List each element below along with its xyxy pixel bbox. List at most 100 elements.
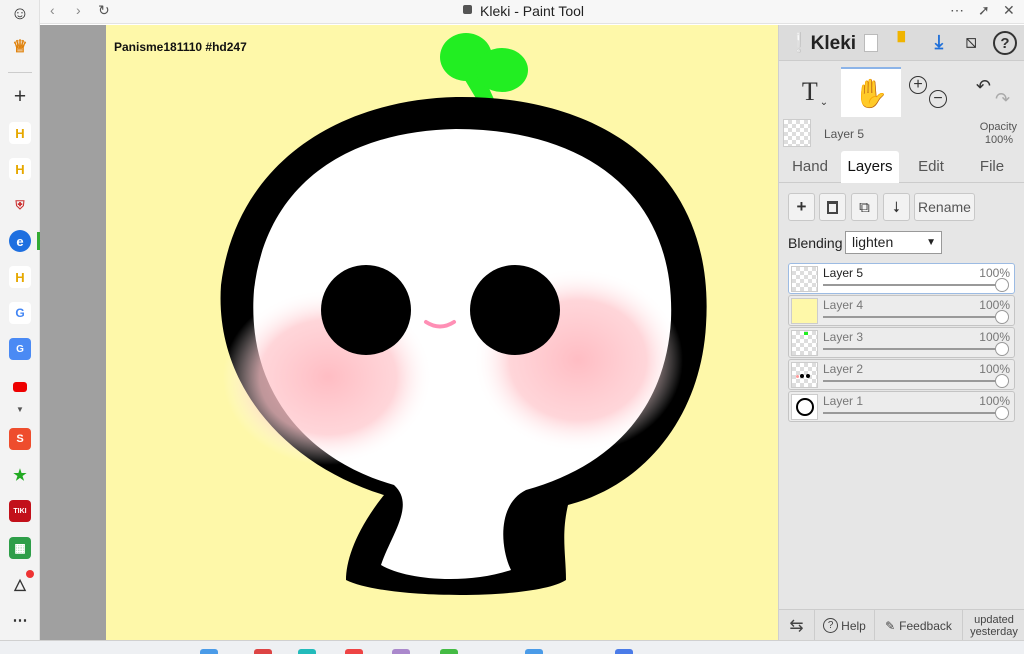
share-icon[interactable]: ⧅ bbox=[959, 31, 983, 55]
opacity-slider-handle[interactable] bbox=[995, 342, 1009, 356]
zoom-out-icon[interactable]: − bbox=[929, 90, 947, 108]
taskbar-app-icon[interactable] bbox=[200, 649, 218, 654]
sheets-icon[interactable]: ▦ bbox=[9, 537, 31, 559]
merge-down-icon: ⭣ bbox=[892, 198, 901, 216]
layer-name: Layer 4 bbox=[823, 298, 864, 312]
taskbar-app-icon[interactable] bbox=[254, 649, 272, 654]
opacity-slider-handle[interactable] bbox=[995, 278, 1009, 292]
tab-edit[interactable]: Edit bbox=[903, 151, 959, 183]
taskbar-app-icon[interactable] bbox=[525, 649, 543, 654]
canvas-workspace[interactable]: Panisme181110 #hd247 bbox=[40, 25, 803, 640]
opacity-slider-track[interactable] bbox=[823, 348, 1005, 350]
swap-sides-icon[interactable]: ⇆ bbox=[779, 610, 815, 641]
kleki-logo: ❕Kleki bbox=[787, 33, 857, 54]
help-label: Help bbox=[841, 618, 866, 633]
panel-header: ❕Kleki ▘ ⤓ ⧅ ? bbox=[779, 25, 1024, 61]
pin-icon[interactable]: ➚ bbox=[978, 2, 990, 19]
text-tool-button[interactable]: T ⌄ bbox=[789, 67, 841, 117]
taskbar-app-icon[interactable] bbox=[298, 649, 316, 654]
forward-icon[interactable]: › bbox=[76, 2, 81, 18]
h-app-icon[interactable]: H bbox=[9, 122, 31, 144]
back-icon[interactable]: ‹ bbox=[50, 2, 55, 18]
opacity-slider-track[interactable] bbox=[823, 316, 1005, 318]
merge-layer-button[interactable]: ⭣ bbox=[883, 193, 910, 221]
right-eye bbox=[470, 265, 560, 355]
h-app-icon[interactable]: H bbox=[9, 158, 31, 180]
browser-toolbar: ‹ › ↻ Kleki - Paint Tool ⋯ ➚ ✕ bbox=[40, 0, 1024, 24]
help-button[interactable]: ? Help bbox=[815, 610, 875, 641]
download-icon[interactable]: ⤓ bbox=[927, 31, 951, 55]
hand-tool-button[interactable]: ✋ bbox=[841, 67, 901, 117]
opacity-slider-track[interactable] bbox=[823, 284, 1005, 286]
feedback-label: Feedback bbox=[899, 618, 952, 633]
updated-line1: updated bbox=[974, 613, 1014, 626]
leaf-app-icon[interactable]: ★ bbox=[9, 464, 31, 486]
undo-icon[interactable]: ↶ bbox=[976, 76, 991, 97]
duplicate-icon: ⧉ bbox=[859, 198, 870, 216]
changelog-link[interactable]: updated yesterday bbox=[963, 610, 1024, 641]
drawing-artwork bbox=[220, 33, 707, 596]
tool-row: T ⌄ ✋ + − ↶ ↷ bbox=[779, 67, 1024, 117]
taskbar-app-icon[interactable] bbox=[345, 649, 363, 654]
taskbar-app-icon[interactable] bbox=[392, 649, 410, 654]
translate-icon[interactable]: G bbox=[9, 338, 31, 360]
add-icon[interactable]: + bbox=[9, 85, 31, 108]
more-icon[interactable]: ⋯ bbox=[9, 609, 31, 631]
left-eye bbox=[321, 265, 411, 355]
taskbar-app-icon[interactable] bbox=[615, 649, 633, 654]
crown-icon[interactable]: ♕ bbox=[9, 36, 31, 58]
h-app-icon[interactable]: H bbox=[9, 266, 31, 288]
layer-row-5[interactable]: Layer 5 100% bbox=[788, 263, 1015, 294]
layer-name: Layer 5 bbox=[823, 266, 864, 280]
opacity-slider-track[interactable] bbox=[823, 380, 1005, 382]
panel-footer: ⇆ ? Help ✎ Feedback updated yesterday bbox=[779, 609, 1024, 641]
layer-row-2[interactable]: Layer 2 100% bbox=[788, 359, 1015, 390]
add-layer-button[interactable]: + bbox=[788, 193, 815, 221]
open-folder-icon[interactable]: ▘ bbox=[893, 31, 917, 55]
browser-sidebar: ☺ ♕ + H H ⛨ e H G G ▼ S ★ TIKI ▦ △ ⋯ bbox=[0, 0, 40, 640]
tiki-icon[interactable]: TIKI bbox=[9, 500, 31, 522]
layer-row-4[interactable]: Layer 4 100% bbox=[788, 295, 1015, 326]
history-controls: ↶ ↷ bbox=[965, 67, 1021, 117]
opacity-slider-handle[interactable] bbox=[995, 374, 1009, 388]
layer-name: Layer 1 bbox=[823, 394, 864, 408]
duplicate-layer-button[interactable]: ⧉ bbox=[851, 193, 878, 221]
rename-layer-button[interactable]: Rename bbox=[914, 193, 975, 221]
opacity-label: Opacity bbox=[979, 121, 1017, 133]
tab-layers[interactable]: Layers bbox=[841, 151, 899, 183]
shopee-icon[interactable]: S bbox=[9, 428, 31, 450]
opacity-slider-handle[interactable] bbox=[995, 310, 1009, 324]
page-title: Kleki - Paint Tool bbox=[480, 3, 585, 19]
more-icon[interactable]: ⋯ bbox=[950, 2, 964, 19]
youtube-icon[interactable] bbox=[9, 376, 31, 398]
opacity-slider-track[interactable] bbox=[823, 412, 1005, 414]
help-icon[interactable]: ? bbox=[993, 31, 1017, 55]
tab-hand[interactable]: Hand bbox=[783, 151, 837, 183]
layer-row-1[interactable]: Layer 1 100% bbox=[788, 391, 1015, 422]
blending-select[interactable]: lighten ▼ bbox=[845, 231, 942, 254]
e-app-icon[interactable]: e bbox=[9, 230, 31, 252]
drawing-canvas[interactable]: Panisme181110 #hd247 bbox=[106, 25, 803, 640]
opacity-slider-handle[interactable] bbox=[995, 406, 1009, 420]
chevron-down-icon[interactable]: ▼ bbox=[9, 398, 31, 420]
delete-layer-button[interactable] bbox=[819, 193, 846, 221]
notification-dot bbox=[26, 570, 34, 578]
smile-logo-icon[interactable]: ☺ bbox=[9, 2, 31, 24]
layer-thumbnail bbox=[791, 330, 818, 356]
new-file-icon[interactable] bbox=[859, 31, 883, 55]
close-icon[interactable]: ✕ bbox=[1003, 2, 1015, 19]
taskbar bbox=[0, 640, 1024, 654]
feedback-button[interactable]: ✎ Feedback bbox=[875, 610, 963, 641]
app-root: ☺ ♕ + H H ⛨ e H G G ▼ S ★ TIKI ▦ △ ⋯ ‹ ›… bbox=[0, 0, 1024, 654]
redo-icon[interactable]: ↷ bbox=[995, 89, 1010, 110]
google-icon[interactable]: G bbox=[9, 302, 31, 324]
zoom-in-icon[interactable]: + bbox=[909, 76, 927, 94]
layer-row-3[interactable]: Layer 3 100% bbox=[788, 327, 1015, 358]
reload-icon[interactable]: ↻ bbox=[98, 2, 110, 19]
shield-app-icon[interactable]: ⛨ bbox=[9, 194, 31, 216]
tab-file[interactable]: File bbox=[963, 151, 1021, 183]
opacity-value: 100% bbox=[984, 134, 1013, 146]
taskbar-app-icon[interactable] bbox=[440, 649, 458, 654]
blending-value: lighten bbox=[852, 234, 894, 250]
divider bbox=[8, 72, 32, 73]
